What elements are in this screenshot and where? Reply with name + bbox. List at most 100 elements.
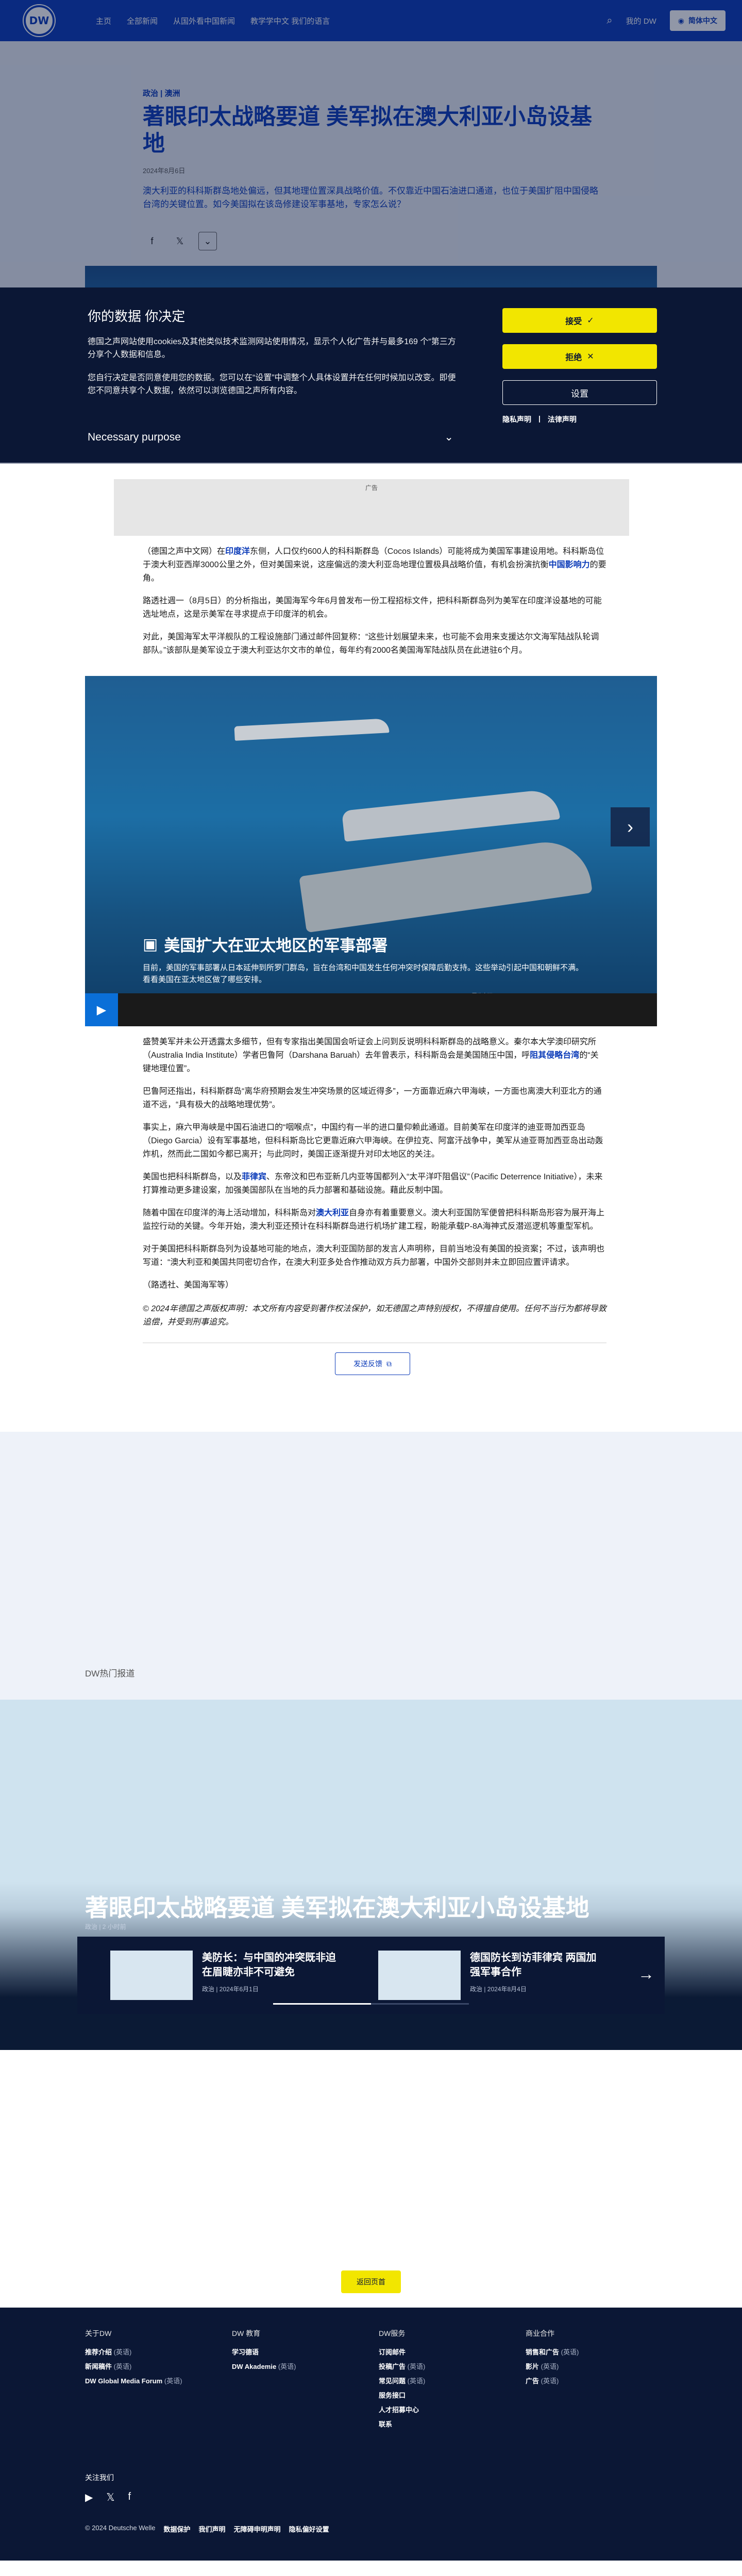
gallery-bar: [85, 993, 657, 1026]
purpose-label: Necessary purpose: [88, 431, 181, 443]
play-icon[interactable]: ▶: [85, 993, 118, 1026]
paragraph: 盛赞美军并未公开透露太多细节，但有专家指出美国国会听证会上问到反说明科科斯群岛的…: [143, 1038, 599, 1073]
ad-space: DW热门报道: [0, 1432, 742, 1700]
teaser-thumbnail: [110, 1951, 193, 2000]
privacy-link[interactable]: 隐私声明: [502, 414, 531, 425]
carrier-image: [299, 836, 593, 933]
footer-link[interactable]: 广告 (英语): [526, 2376, 672, 2385]
footer-link[interactable]: 联系: [379, 2419, 526, 2429]
footer-link[interactable]: 我们声明: [199, 2524, 226, 2534]
footer-col-services: DW服务 订阅邮件 投稿广告 (英语) 常见问题 (英语) 服务接口 人才招募中…: [379, 2328, 526, 2433]
ship-image: [342, 788, 560, 842]
link-taiwan[interactable]: 阻其侵略台湾: [530, 1051, 579, 1060]
legal-link[interactable]: 法律声明: [548, 414, 577, 425]
accept-button[interactable]: 接受 ✓: [502, 308, 657, 333]
footer-link[interactable]: 服务接口: [379, 2390, 526, 2400]
carousel-progress-fill: [273, 2003, 371, 2005]
follow-us-label: 关注我们: [85, 2473, 114, 2482]
section-label-hot: DW热门报道: [85, 1669, 135, 1679]
paragraph: 美国也把科科斯群岛，以及菲律宾、东帝汶和巴布亚新几内亚等国都列入“太平洋吓阻倡议…: [143, 1173, 603, 1195]
paragraph: （德国之声中文网）在印度洋东侧，人口仅约600人的科科斯群岛（Cocos Isl…: [143, 547, 606, 583]
cookie-text-1: 德国之声网站使用cookies及其他类似技术监测网站使用情况，显示个人化广告并与…: [88, 337, 456, 359]
youtube-icon[interactable]: ▶: [85, 2491, 93, 2504]
ship-image: [234, 718, 390, 741]
page: DW 主页 全部新闻 从国外看中国新闻 教学学中文 我们的语言 ⌕ 我的 DW …: [0, 0, 742, 2561]
paragraph: （路透社、美国海军等）: [143, 1281, 234, 1290]
facebook-icon[interactable]: f: [128, 2491, 131, 2504]
teaser-thumbnail: [378, 1951, 461, 2000]
feedback-label: 发送反馈: [353, 1360, 382, 1368]
site-footer: 关于DW 推荐介绍 (英语) 新闻稿件 (英语) DW Global Media…: [0, 2308, 742, 2561]
footer-link[interactable]: 销售和广告 (英语): [526, 2347, 672, 2357]
check-icon: ✓: [587, 316, 594, 325]
teaser-card[interactable]: 美防长：与中国的冲突既非迫在眉睫亦非不可避免 政治 | 2024年6月1日: [110, 1951, 378, 2000]
footer-link[interactable]: 投稿广告 (英语): [379, 2361, 526, 2371]
footer-link[interactable]: 隐私偏好设置: [289, 2524, 329, 2534]
cookie-banner: 你的数据 你决定 德国之声网站使用cookies及其他类似技术监测网站使用情况，…: [0, 287, 742, 463]
feedback-button[interactable]: 发送反馈 ⧉: [335, 1352, 410, 1375]
footer-link[interactable]: 常见问题 (英语): [379, 2376, 526, 2385]
footer-link[interactable]: 学习德语: [232, 2347, 379, 2357]
carousel-progress: [273, 2003, 469, 2005]
settings-button[interactable]: 设置: [502, 380, 657, 405]
footer-link[interactable]: 无障碍申明声明: [234, 2524, 281, 2534]
reject-label: 拒绝: [565, 353, 582, 362]
necessary-purpose-toggle[interactable]: Necessary purpose ⌄: [88, 431, 453, 444]
paragraph: 对此，美国海军太平洋舰队的工程设施部门通过邮件回复称：“这些计划展望未来，也可能…: [143, 633, 599, 655]
footer-col-business: 商业合作 销售和广告 (英语) 影片 (英语) 广告 (英语): [526, 2328, 672, 2433]
gallery-caption: ▣ 美国扩大在亚太地区的军事部署 目前，美国的军事部署从日本延伸到所罗门群岛，旨在…: [143, 933, 586, 986]
x-icon[interactable]: 𝕏: [106, 2491, 114, 2504]
footer-link[interactable]: 影片 (英语): [526, 2361, 672, 2371]
paragraph: 事实上，麻六甲海峡是中国石油进口的“咽喉点”，中国约有一半的进口量仰赖此通道。目…: [143, 1123, 603, 1159]
footer-bottom: © 2024 Deutsche Welle 数据保护 我们声明 无障碍申明声明 …: [85, 2524, 329, 2534]
back-to-top-button[interactable]: 返回页首: [341, 2270, 401, 2293]
gallery-title: 美国扩大在亚太地区的军事部署: [164, 937, 388, 955]
chevron-right-icon[interactable]: ›: [611, 807, 650, 846]
footer-copyright: © 2024 Deutsche Welle: [85, 2524, 156, 2532]
article-body: 广告 （德国之声中文网）在印度洋东侧，人口仅约600人的科科斯群岛（Cocos …: [85, 464, 657, 1375]
footer-link[interactable]: 订阅邮件: [379, 2347, 526, 2357]
link-china-influence[interactable]: 中国影响力: [549, 561, 590, 569]
cookie-legal-links: 隐私声明 | 法律声明: [502, 414, 657, 425]
legal-separator: |: [538, 414, 541, 422]
hot-reports: 著眼印太战略要道 美军拟在澳大利亚小岛设基地 政治 | 2 小时前 美防长：与中…: [0, 1700, 742, 2050]
ad-slot: 广告: [114, 479, 629, 536]
hot-title[interactable]: 著眼印太战略要道 美军拟在澳大利亚小岛设基地: [85, 1889, 589, 1923]
chevron-down-icon: ⌄: [444, 431, 453, 443]
cookie-actions: 接受 ✓ 拒绝 ✕ 设置 隐私声明 | 法律声明: [502, 308, 657, 425]
image-gallery[interactable]: ▣ 美国扩大在亚太地区的军事部署 目前，美国的军事部署从日本延伸到所罗门群岛，旨在…: [85, 676, 657, 1026]
close-icon: ✕: [587, 352, 594, 361]
link-australia[interactable]: 澳大利亚: [316, 1209, 349, 1217]
footer-link[interactable]: 推荐介绍 (英语): [85, 2347, 232, 2357]
footer-columns: 关于DW 推荐介绍 (英语) 新闻稿件 (英语) DW Global Media…: [85, 2328, 742, 2433]
paragraph: 随着中国在印度洋的海上活动增加，科科斯岛对澳大利亚自身亦有着重要意义。澳大利亚国…: [143, 1209, 605, 1231]
cookie-text-2: 您自行决定是否同意使用您的数据。您可以在“设置”中调整个人具体设置并在任何时候加…: [88, 374, 456, 395]
footer-link[interactable]: 新闻稿件 (英语): [85, 2361, 232, 2371]
teaser-title: 德国防长到访菲律宾 两国加强军事合作: [470, 1952, 597, 1978]
paragraph: 对于美国把科科斯群岛列为设基地可能的地点，澳大利亚国防部的发言人声明称，目前当地…: [143, 1245, 605, 1267]
hot-meta: 政治 | 2 小时前: [85, 1923, 126, 1930]
footer-col-education: DW 教育 学习德语 DW Akademie (英语): [232, 2328, 379, 2433]
teaser-carousel: 美防长：与中国的冲突既非迫在眉睫亦非不可避免 政治 | 2024年6月1日 德国…: [77, 1937, 665, 2014]
teaser-meta: 政治 | 2024年6月1日: [202, 1986, 259, 1993]
teaser-card[interactable]: 德国防长到访菲律宾 两国加强军事合作 政治 | 2024年8月4日: [378, 1951, 646, 2000]
teaser-title: 美防长：与中国的冲突既非迫在眉睫亦非不可避免: [202, 1952, 336, 1978]
accept-label: 接受: [565, 317, 582, 326]
pre-footer: 返回页首: [0, 2050, 742, 2308]
gallery-icon: ▣: [143, 935, 158, 953]
copy-icon: ⧉: [386, 1359, 392, 1368]
link-indian-ocean[interactable]: 印度洋: [225, 547, 250, 556]
footer-link[interactable]: 数据保护: [164, 2524, 191, 2534]
footer-link[interactable]: 人才招募中心: [379, 2404, 526, 2414]
reject-button[interactable]: 拒绝 ✕: [502, 344, 657, 369]
arrow-right-icon[interactable]: →: [638, 1964, 654, 1984]
link-philippines[interactable]: 菲律宾: [242, 1173, 266, 1181]
gallery-text: 目前，美国的军事部署从日本延伸到所罗门群岛，旨在台湾和中国发生任何冲突时保障后勤…: [143, 963, 584, 984]
social-links: ▶ 𝕏 f: [85, 2491, 131, 2504]
paragraph: 路透社週一（8月5日）的分析指出，美国海军今年6月曾发布一份工程招标文件，把科科…: [143, 597, 602, 619]
teaser-meta: 政治 | 2024年8月4日: [470, 1986, 527, 1993]
paragraph: 巴鲁阿还指出，科科斯群岛“离华府预期会发生冲突场景的区域近得多”，一方面靠近麻六…: [143, 1087, 602, 1109]
footer-link[interactable]: DW Akademie (英语): [232, 2361, 379, 2371]
footer-link[interactable]: DW Global Media Forum (英语): [85, 2376, 232, 2385]
copyright-notice: © 2024年德国之声版权声明：本文所有内容受到著作权法保护，如无德国之声特别授…: [143, 1304, 606, 1327]
